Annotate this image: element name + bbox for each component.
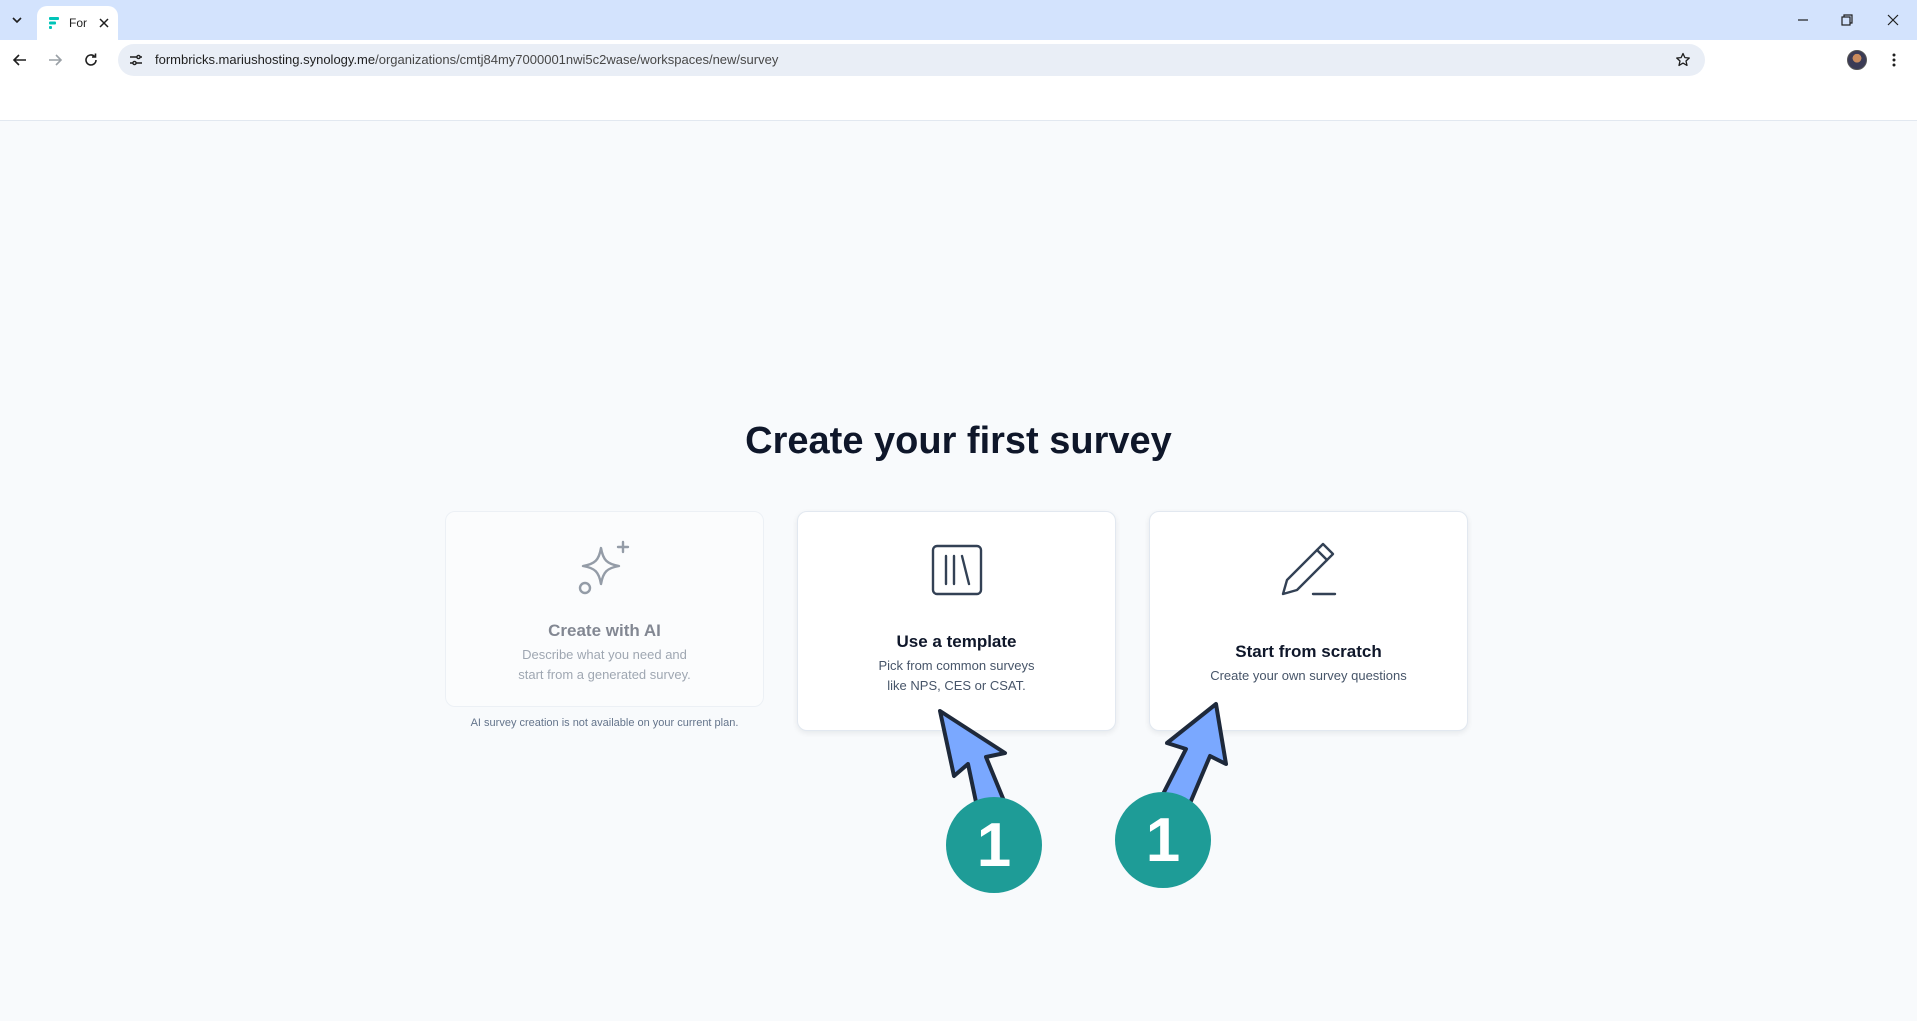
restore-button[interactable] [1824, 0, 1870, 40]
tab-search-button[interactable] [4, 8, 30, 32]
card-description: Pick from common surveys like NPS, CES o… [798, 656, 1115, 696]
site-info-icon[interactable] [126, 50, 146, 70]
browser-tab-active[interactable]: For [37, 6, 118, 40]
back-button[interactable] [6, 46, 34, 74]
card-desc-line: like NPS, CES or CSAT. [887, 678, 1026, 693]
url-path: /organizations/cmtj84my7000001nwi5c2wase… [375, 52, 779, 67]
formbricks-favicon-icon [49, 17, 59, 29]
card-desc-line: Pick from common surveys [878, 658, 1035, 673]
card-desc-line: Create your own survey questions [1210, 668, 1407, 683]
minimize-button[interactable] [1780, 0, 1826, 40]
browser-menu-button[interactable] [1880, 46, 1908, 74]
restore-icon [1841, 14, 1853, 26]
card-description: Create your own survey questions [1150, 666, 1467, 686]
reload-button[interactable] [77, 46, 105, 74]
browser-tabstrip: For [0, 0, 1917, 40]
card-desc-line: start from a generated survey. [518, 667, 691, 682]
arrow-left-icon [12, 54, 26, 66]
tab-title: For [69, 16, 87, 30]
create-with-ai-card: Create with AI Describe what you need an… [445, 511, 764, 707]
use-template-card[interactable]: Use a template Pick from common surveys … [797, 511, 1116, 731]
sparkles-icon [446, 536, 763, 600]
page-title: Create your first survey [745, 420, 1172, 462]
minimize-icon [1798, 19, 1808, 21]
forward-button[interactable] [41, 46, 69, 74]
address-bar[interactable]: formbricks.mariushosting.synology.me/org… [118, 44, 1705, 76]
pencil-icon [1150, 538, 1467, 602]
step-number-badge: 1 [1115, 792, 1211, 888]
bookmark-star-icon[interactable] [1673, 50, 1693, 70]
card-description: Describe what you need and start from a … [446, 645, 763, 685]
library-icon [798, 540, 1115, 600]
card-title: Start from scratch [1235, 642, 1382, 661]
tab-close-icon[interactable] [96, 15, 112, 31]
chevron-down-icon [12, 17, 22, 24]
more-vertical-icon [1892, 53, 1896, 67]
card-title: Use a template [896, 632, 1017, 651]
card-desc-line: Describe what you need and [522, 647, 687, 662]
app-header [0, 80, 1917, 121]
browser-toolbar: formbricks.mariushosting.synology.me/org… [0, 40, 1917, 80]
profile-avatar[interactable] [1847, 50, 1867, 70]
url-host: formbricks.mariushosting.synology.me [155, 52, 376, 67]
url-text: formbricks.mariushosting.synology.me/org… [155, 52, 778, 67]
card-title: Create with AI [548, 621, 661, 640]
reload-icon [85, 53, 97, 66]
step-number-badge: 1 [946, 797, 1042, 893]
arrow-right-icon [49, 54, 63, 66]
close-window-button[interactable] [1870, 0, 1916, 40]
ai-unavailable-note: AI survey creation is not available on y… [470, 717, 739, 729]
close-icon [1887, 14, 1899, 26]
